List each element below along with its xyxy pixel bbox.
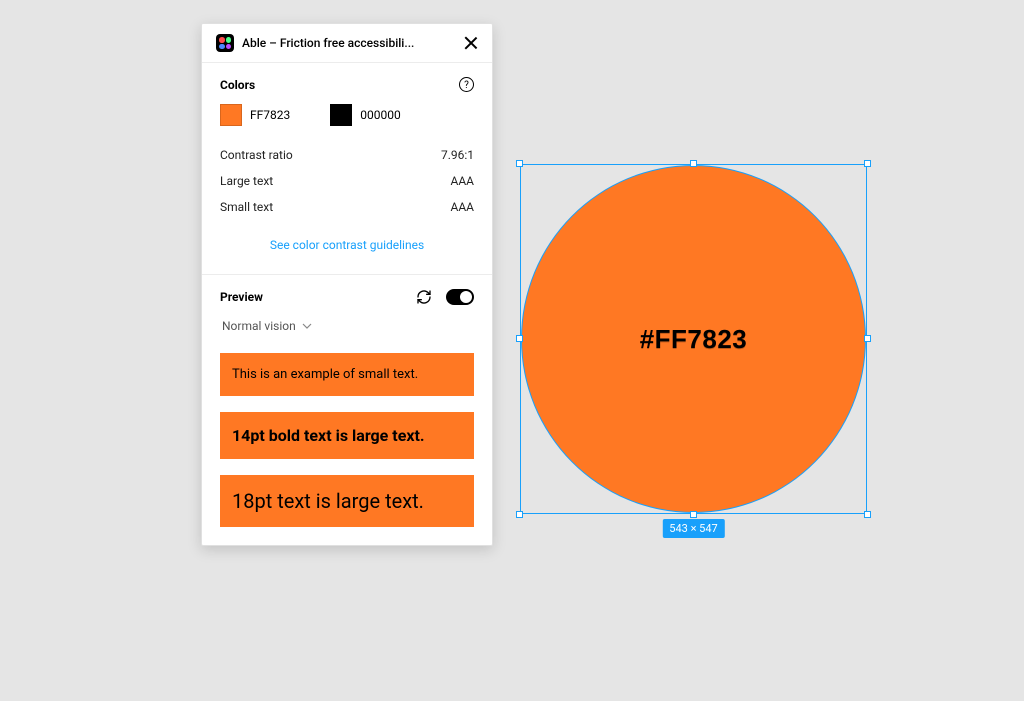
metric-contrast-value: 7.96:1 <box>441 148 474 162</box>
guidelines-link[interactable]: See color contrast guidelines <box>220 238 474 252</box>
swatch-fg-hex: FF7823 <box>250 108 290 122</box>
plugin-icon <box>216 34 234 52</box>
plugin-panel: Able – Friction free accessibili... Colo… <box>201 23 493 546</box>
selection-outline <box>520 164 867 514</box>
handle-bl[interactable] <box>516 511 523 518</box>
metric-small-value: AAA <box>451 200 474 214</box>
panel-title: Able – Friction free accessibili... <box>242 36 456 50</box>
metric-small: Small text AAA <box>220 200 474 214</box>
metric-large: Large text AAA <box>220 174 474 188</box>
handle-tl[interactable] <box>516 160 523 167</box>
swatch-fg <box>220 104 242 126</box>
sample-large: 18pt text is large text. <box>220 475 474 527</box>
swatch-item-fg[interactable]: FF7823 <box>220 104 290 126</box>
handle-mt[interactable] <box>690 160 697 167</box>
vision-mode-select[interactable]: Normal vision <box>220 319 474 333</box>
swatch-bg <box>330 104 352 126</box>
sample-bold: 14pt bold text is large text. <box>220 412 474 459</box>
preview-title: Preview <box>220 290 263 304</box>
panel-header: Able – Friction free accessibili... <box>202 24 492 63</box>
handle-br[interactable] <box>864 511 871 518</box>
sample-small: This is an example of small text. <box>220 353 474 396</box>
swatch-row: FF7823 000000 <box>220 104 474 126</box>
metric-small-label: Small text <box>220 200 273 214</box>
swatch-bg-hex: 000000 <box>360 108 400 122</box>
handle-mb[interactable] <box>690 511 697 518</box>
vision-mode-label: Normal vision <box>222 319 296 333</box>
colors-section: Colors ? FF7823 000000 Contrast ratio 7.… <box>202 63 492 275</box>
preview-toggle[interactable] <box>446 289 474 305</box>
metric-contrast-label: Contrast ratio <box>220 148 293 162</box>
metric-large-label: Large text <box>220 174 273 188</box>
handle-mr[interactable] <box>864 335 871 342</box>
help-icon[interactable]: ? <box>459 77 474 92</box>
handle-tr[interactable] <box>864 160 871 167</box>
colors-title: Colors <box>220 78 255 92</box>
canvas-selection[interactable]: #FF7823 543 × 547 <box>520 164 867 514</box>
refresh-icon[interactable] <box>416 289 432 305</box>
metric-large-value: AAA <box>451 174 474 188</box>
metric-contrast: Contrast ratio 7.96:1 <box>220 148 474 162</box>
handle-ml[interactable] <box>516 335 523 342</box>
preview-section: Preview Normal vision This is an example… <box>202 275 492 545</box>
chevron-down-icon <box>302 323 312 329</box>
swatch-item-bg[interactable]: 000000 <box>330 104 400 126</box>
close-icon[interactable] <box>464 36 478 50</box>
selection-dimensions: 543 × 547 <box>662 519 724 538</box>
